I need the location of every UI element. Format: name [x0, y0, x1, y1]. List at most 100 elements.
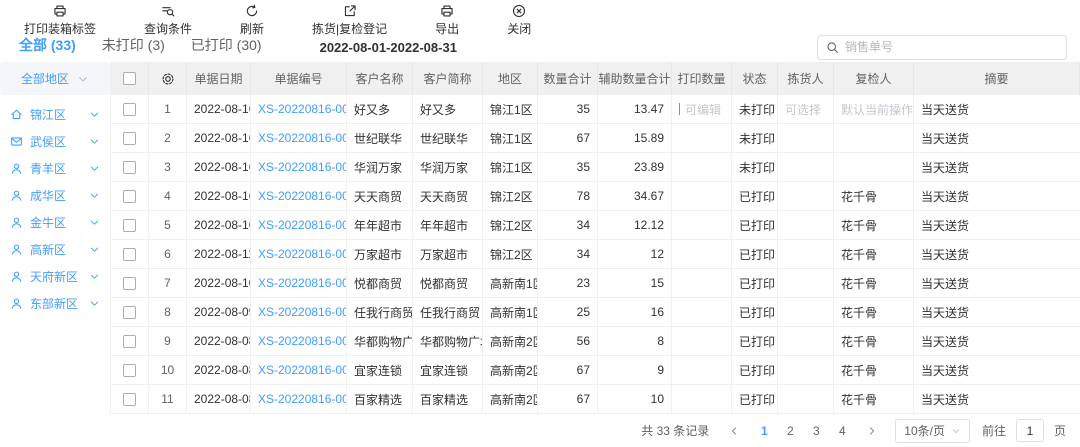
- row-number: 5: [149, 211, 187, 239]
- sidebar-item-5[interactable]: 高新区: [0, 236, 110, 263]
- region: 高新南1区: [483, 298, 538, 326]
- order-link[interactable]: XS-20220816-000014: [258, 218, 347, 232]
- checker-cell: [834, 124, 914, 152]
- order-link[interactable]: XS-20220816-000015: [258, 189, 347, 203]
- aux-qty-total: 13.47: [598, 95, 672, 123]
- sidebar-item-6[interactable]: 天府新区: [0, 263, 110, 290]
- print-qty-cell: [672, 124, 732, 152]
- home-icon: [10, 108, 23, 121]
- row-checkbox-cell: [111, 153, 149, 181]
- print-qty-cell[interactable]: 可编辑: [672, 95, 732, 123]
- sidebar-item-2[interactable]: 青羊区: [0, 155, 110, 182]
- row-checkbox[interactable]: [123, 132, 136, 145]
- customer-name: 宜家连锁: [347, 356, 413, 384]
- date-range-label: 2022-08-01-2022-08-31: [320, 40, 457, 55]
- search-box[interactable]: [817, 35, 1067, 60]
- print-qty-cell: [672, 153, 732, 181]
- row-number: 4: [149, 182, 187, 210]
- order-date: 2022-08-16: [187, 182, 251, 210]
- row-number: 7: [149, 269, 187, 297]
- table-row: 62022-08-11XS-20220816-000013万家超市万家超市锦江2…: [111, 240, 1080, 269]
- sidebar-item-label: 锦江区: [30, 106, 66, 123]
- tab-unprinted[interactable]: 未打印 (3): [96, 31, 171, 64]
- customer-short-name: 宜家连锁: [413, 356, 483, 384]
- row-checkbox[interactable]: [123, 161, 136, 174]
- order-link[interactable]: XS-20220816-000011: [258, 305, 347, 319]
- page-button-3[interactable]: 3: [805, 420, 827, 442]
- order-no-cell: XS-20220816-000010: [251, 327, 347, 355]
- print-qty-cell: [672, 211, 732, 239]
- order-link[interactable]: XS-20220816-000012: [258, 276, 347, 290]
- region: 锦江2区: [483, 240, 538, 268]
- column-header: 数量合计: [538, 62, 598, 95]
- page-button-1[interactable]: 1: [753, 420, 775, 442]
- chevron-down-icon: [89, 271, 100, 282]
- customer-short-name: 悦都商贸: [413, 269, 483, 297]
- qty-total: 35: [538, 95, 598, 123]
- row-checkbox[interactable]: [123, 190, 136, 203]
- sidebar-item-label: 高新区: [30, 241, 66, 258]
- page-button-4[interactable]: 4: [831, 420, 853, 442]
- row-number: 10: [149, 356, 187, 384]
- aux-qty-total: 15: [598, 269, 672, 297]
- order-link[interactable]: XS-20220816-000010: [258, 334, 347, 348]
- tab-all[interactable]: 全部 (33): [13, 31, 82, 64]
- row-checkbox-cell: [111, 269, 149, 297]
- status-label: 已打印: [732, 327, 778, 355]
- customer-short-name: 任我行商贸: [413, 298, 483, 326]
- row-checkbox[interactable]: [123, 393, 136, 406]
- order-link[interactable]: XS-20220816-000017: [258, 131, 347, 145]
- status-label: 未打印: [732, 95, 778, 123]
- row-checkbox[interactable]: [123, 364, 136, 377]
- aux-qty-total: 9: [598, 356, 672, 384]
- page-buttons-group: 1234: [751, 420, 855, 442]
- order-date: 2022-08-11: [187, 240, 251, 268]
- row-checkbox[interactable]: [123, 306, 136, 319]
- page-size-select[interactable]: 10条/页: [895, 419, 970, 443]
- order-date: 2022-08-08: [187, 327, 251, 355]
- order-link[interactable]: XS-20220816-000016: [258, 160, 347, 174]
- aux-qty-total: 34.67: [598, 182, 672, 210]
- row-checkbox[interactable]: [123, 277, 136, 290]
- select-all-checkbox[interactable]: [123, 72, 136, 85]
- summary: 当天送货: [914, 95, 1080, 123]
- picker-cell[interactable]: 可选择: [778, 95, 834, 123]
- checker-cell[interactable]: 默认当前操作员: [834, 95, 914, 123]
- summary: 当天送货: [914, 298, 1080, 326]
- sidebar-item-7[interactable]: 东部新区: [0, 290, 110, 317]
- region: 锦江1区: [483, 153, 538, 181]
- table-row: 102022-08-08XS-20220816-000009宜家连锁宜家连锁高新…: [111, 356, 1080, 385]
- row-checkbox[interactable]: [123, 103, 136, 116]
- column-header: 摘要: [914, 62, 1080, 95]
- sidebar-item-4[interactable]: 金牛区: [0, 209, 110, 236]
- order-link[interactable]: XS-20220816-000013: [258, 247, 347, 261]
- row-checkbox-cell: [111, 327, 149, 355]
- tab-printed[interactable]: 已打印 (30): [185, 31, 268, 64]
- region-filter-select[interactable]: 全部地区: [0, 62, 110, 95]
- checker-cell: 花千骨: [834, 356, 914, 384]
- customer-name: 华都购物广场: [347, 327, 413, 355]
- row-checkbox[interactable]: [123, 219, 136, 232]
- customer-short-name: 好又多: [413, 95, 483, 123]
- sidebar-item-3[interactable]: 成华区: [0, 182, 110, 209]
- sidebar-item-1[interactable]: 武侯区: [0, 128, 110, 155]
- goto-page-input[interactable]: [1016, 419, 1044, 442]
- record-count: 共 33 条记录: [641, 422, 709, 439]
- aux-qty-total: 10: [598, 385, 672, 413]
- table-body: 12022-08-16XS-20220816-000018好又多好又多锦江1区3…: [111, 95, 1080, 414]
- row-checkbox[interactable]: [123, 335, 136, 348]
- page-button-2[interactable]: 2: [779, 420, 801, 442]
- order-link[interactable]: XS-20220816-000018: [258, 102, 347, 116]
- prev-page-button[interactable]: [723, 420, 745, 442]
- status-label: 已打印: [732, 182, 778, 210]
- table-row: 82022-08-09XS-20220816-000011任我行商贸任我行商贸高…: [111, 298, 1080, 327]
- sidebar-item-0[interactable]: 锦江区: [0, 101, 110, 128]
- mail-icon: [10, 135, 23, 148]
- order-link[interactable]: XS-20220816-000008: [258, 392, 347, 406]
- order-date: 2022-08-16: [187, 124, 251, 152]
- row-number: 3: [149, 153, 187, 181]
- order-link[interactable]: XS-20220816-000009: [258, 363, 347, 377]
- next-page-button[interactable]: [861, 420, 883, 442]
- search-input[interactable]: [845, 40, 1058, 54]
- row-checkbox[interactable]: [123, 248, 136, 261]
